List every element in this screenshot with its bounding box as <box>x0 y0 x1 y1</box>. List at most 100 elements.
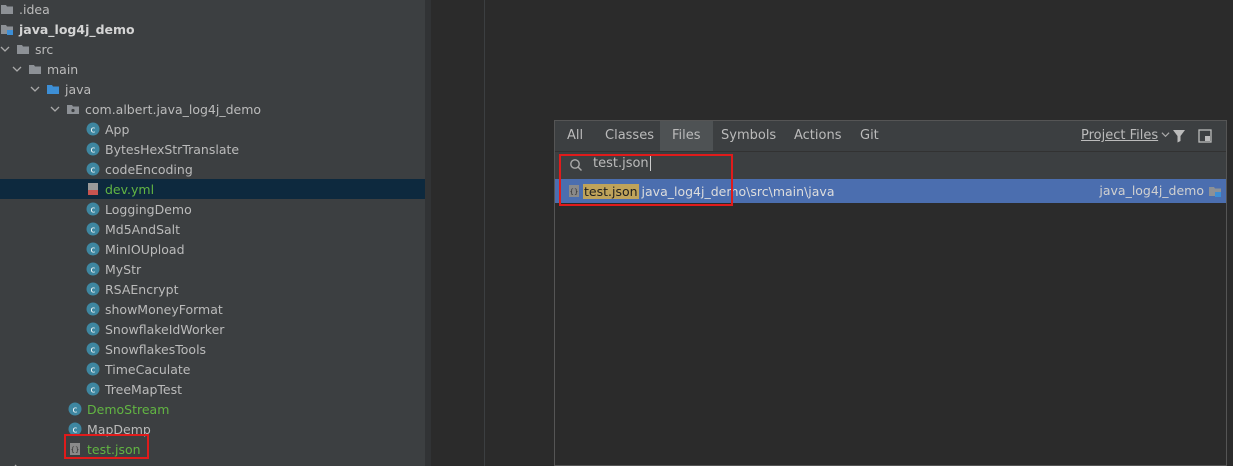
java-class-icon: c <box>86 302 100 316</box>
module-folder-icon <box>0 22 14 36</box>
module-folder-icon <box>1208 184 1222 198</box>
java-class-icon: c <box>68 402 82 416</box>
tab-files[interactable]: Files <box>660 121 713 151</box>
tab-actions[interactable]: Actions <box>782 121 854 151</box>
svg-text:c: c <box>91 166 96 176</box>
svg-text:c: c <box>91 206 96 216</box>
tree-item-label: BytesHexStrTranslate <box>105 141 240 157</box>
tree-item-java[interactable]: java <box>0 79 425 99</box>
tree-item-label: java <box>65 81 92 97</box>
search-everywhere-popup: All Classes Files Symbols Actions Git Pr… <box>554 120 1227 466</box>
tree-item-label: MinIOUpload <box>105 241 185 257</box>
tab-classes[interactable]: Classes <box>593 121 666 151</box>
tree-item-label: Md5AndSalt <box>105 221 181 237</box>
chevron-down-icon[interactable] <box>30 84 40 94</box>
java-class-icon: c <box>86 122 100 136</box>
java-class-icon: c <box>86 202 100 216</box>
tree-item-partial[interactable] <box>0 459 425 466</box>
tree-item-label: RSAEncrypt <box>105 281 179 297</box>
java-class-icon: c <box>86 282 100 296</box>
tree-item-label: SnowflakeIdWorker <box>105 321 225 337</box>
project-tree: .idea java_log4j_demo src main java com.… <box>0 0 425 466</box>
svg-text:c: c <box>91 286 96 296</box>
java-class-icon: c <box>86 342 100 356</box>
tab-all[interactable]: All <box>555 121 595 151</box>
folder-icon <box>16 42 30 56</box>
tree-item-class[interactable]: c RSAEncrypt <box>0 279 425 299</box>
tree-item-project-root[interactable]: java_log4j_demo <box>0 19 425 39</box>
tree-item-label: .idea <box>19 1 50 17</box>
result-module: java_log4j_demo <box>1099 183 1204 198</box>
tree-item-label: src <box>35 41 54 57</box>
editor-gutter <box>431 0 485 466</box>
scope-filter-dropdown[interactable]: Project Files <box>1081 121 1170 151</box>
tree-item-main[interactable]: main <box>0 59 425 79</box>
tree-item-src[interactable]: src <box>0 39 425 59</box>
tree-item-class[interactable]: c TreeMapTest <box>0 379 425 399</box>
tree-item-class[interactable]: c BytesHexStrTranslate <box>0 139 425 159</box>
tree-item-label: java_log4j_demo <box>19 21 135 37</box>
tree-item-class[interactable]: c DemoStream <box>0 399 425 419</box>
tree-item-class[interactable]: c SnowflakeIdWorker <box>0 319 425 339</box>
tree-item-label: SnowflakesTools <box>105 341 207 357</box>
scope-filter-label: Project Files <box>1081 128 1159 143</box>
tree-item-label: codeEncoding <box>105 161 193 177</box>
svg-text:c: c <box>91 146 96 156</box>
search-tabs: All Classes Files Symbols Actions Git Pr… <box>555 121 1226 152</box>
svg-text:c: c <box>91 226 96 236</box>
svg-text:c: c <box>91 266 96 276</box>
svg-text:c: c <box>73 406 78 416</box>
folder-icon <box>0 2 14 16</box>
chevron-down-icon <box>1161 121 1170 151</box>
java-class-icon: c <box>86 162 100 176</box>
tree-item-class[interactable]: c TimeCaculate <box>0 359 425 379</box>
svg-text:c: c <box>91 246 96 256</box>
java-class-icon: c <box>86 262 100 276</box>
java-class-icon: c <box>86 242 100 256</box>
filter-icon[interactable] <box>1171 128 1187 144</box>
yaml-file-icon <box>86 182 100 196</box>
tree-item-label: dev.yml <box>105 181 155 197</box>
chevron-down-icon[interactable] <box>50 104 60 114</box>
tree-item-label: TimeCaculate <box>105 361 191 377</box>
tree-item-class[interactable]: c SnowflakesTools <box>0 339 425 359</box>
tree-item-yml-file[interactable]: dev.yml <box>0 179 425 199</box>
svg-text:c: c <box>91 346 96 356</box>
open-in-window-icon[interactable] <box>1197 128 1213 144</box>
tree-item-label: com.albert.java_log4j_demo <box>85 101 262 117</box>
svg-text:c: c <box>91 386 96 396</box>
tab-git[interactable]: Git <box>848 121 891 151</box>
tree-item-class[interactable]: c MyStr <box>0 259 425 279</box>
results-list: {} test.json java_log4j_demo\src\main\ja… <box>555 179 1226 465</box>
source-folder-icon <box>46 82 60 96</box>
tree-item-label: main <box>47 61 79 77</box>
package-icon <box>66 102 80 116</box>
java-class-icon: c <box>86 362 100 376</box>
tree-item-class[interactable]: c App <box>0 119 425 139</box>
java-class-icon: c <box>86 322 100 336</box>
chevron-down-icon[interactable] <box>0 44 10 54</box>
java-class-icon: c <box>86 142 100 156</box>
folder-icon <box>28 62 42 76</box>
tree-item-class[interactable]: c showMoneyFormat <box>0 299 425 319</box>
highlight-box <box>64 434 149 459</box>
tree-item-label: MyStr <box>105 261 142 277</box>
tree-item-label: App <box>105 121 130 137</box>
chevron-down-icon[interactable] <box>12 64 22 74</box>
tree-item-class[interactable]: c Md5AndSalt <box>0 219 425 239</box>
svg-text:c: c <box>91 126 96 136</box>
tree-item-package[interactable]: com.albert.java_log4j_demo <box>0 99 425 119</box>
tree-item-class[interactable]: c MinIOUpload <box>0 239 425 259</box>
java-class-icon: c <box>86 382 100 396</box>
tree-item-idea[interactable]: .idea <box>0 0 425 19</box>
tree-item-label: showMoneyFormat <box>105 301 223 317</box>
java-class-icon: c <box>86 222 100 236</box>
tab-symbols[interactable]: Symbols <box>709 121 788 151</box>
highlight-box <box>559 154 733 206</box>
svg-text:c: c <box>91 366 96 376</box>
svg-text:c: c <box>91 306 96 316</box>
tree-item-label: LoggingDemo <box>105 201 192 217</box>
tree-item-class[interactable]: c codeEncoding <box>0 159 425 179</box>
tree-item-label: DemoStream <box>87 401 170 417</box>
tree-item-class[interactable]: c LoggingDemo <box>0 199 425 219</box>
